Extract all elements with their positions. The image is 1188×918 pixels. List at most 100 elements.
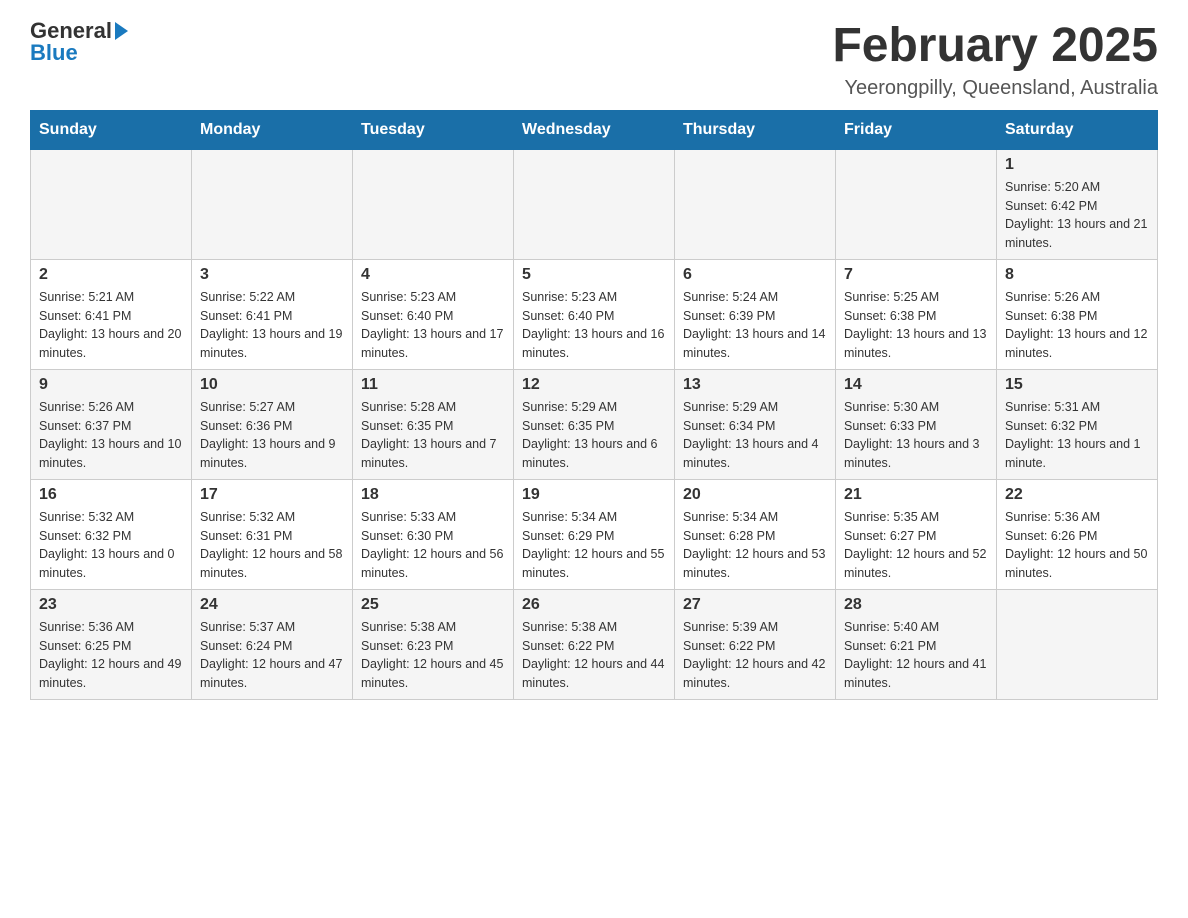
- day-info: Sunrise: 5:26 AMSunset: 6:37 PMDaylight:…: [39, 398, 183, 473]
- calendar-week-5: 23Sunrise: 5:36 AMSunset: 6:25 PMDayligh…: [31, 589, 1158, 699]
- day-info: Sunrise: 5:26 AMSunset: 6:38 PMDaylight:…: [1005, 288, 1149, 363]
- calendar-cell: 23Sunrise: 5:36 AMSunset: 6:25 PMDayligh…: [31, 589, 192, 699]
- day-info: Sunrise: 5:28 AMSunset: 6:35 PMDaylight:…: [361, 398, 505, 473]
- calendar-header-row: SundayMondayTuesdayWednesdayThursdayFrid…: [31, 110, 1158, 149]
- calendar-cell: [675, 149, 836, 259]
- day-number: 14: [844, 376, 988, 394]
- day-info: Sunrise: 5:25 AMSunset: 6:38 PMDaylight:…: [844, 288, 988, 363]
- calendar-cell: 16 Sunrise: 5:32 AMSunset: 6:32 PMDayligh…: [31, 479, 192, 589]
- calendar-cell: 22 Sunrise: 5:36 AMSunset: 6:26 PMDayligh…: [997, 479, 1158, 589]
- day-number: 20: [683, 486, 827, 504]
- day-header-friday: Friday: [836, 110, 997, 149]
- day-header-thursday: Thursday: [675, 110, 836, 149]
- day-number: 25: [361, 596, 505, 614]
- calendar-cell: 15 Sunrise: 5:31 AMSunset: 6:32 PMDayligh…: [997, 369, 1158, 479]
- day-number: 5: [522, 266, 666, 284]
- day-number: 6: [683, 266, 827, 284]
- day-info: Sunrise: 5:20 AMSunset: 6:42 PMDaylight:…: [1005, 178, 1149, 253]
- day-number: 22: [1005, 486, 1149, 504]
- day-number: 7: [844, 266, 988, 284]
- calendar-cell: 5 Sunrise: 5:23 AMSunset: 6:40 PMDaylight…: [514, 259, 675, 369]
- calendar-cell: 10 Sunrise: 5:27 AMSunset: 6:36 PMDayligh…: [192, 369, 353, 479]
- calendar-cell: [836, 149, 997, 259]
- calendar-cell: 3 Sunrise: 5:22 AMSunset: 6:41 PMDaylight…: [192, 259, 353, 369]
- month-title: February 2025: [832, 20, 1158, 73]
- day-info: Sunrise: 5:23 AMSunset: 6:40 PMDaylight:…: [522, 288, 666, 363]
- day-info: Sunrise: 5:38 AMSunset: 6:23 PMDaylight:…: [361, 618, 505, 693]
- calendar-cell: 24 Sunrise: 5:37 AMSunset: 6:24 PMDayligh…: [192, 589, 353, 699]
- calendar-cell: 20 Sunrise: 5:34 AMSunset: 6:28 PMDayligh…: [675, 479, 836, 589]
- day-header-sunday: Sunday: [31, 110, 192, 149]
- day-number: 24: [200, 596, 344, 614]
- day-number: 27: [683, 596, 827, 614]
- day-header-saturday: Saturday: [997, 110, 1158, 149]
- calendar-cell: 14 Sunrise: 5:30 AMSunset: 6:33 PMDayligh…: [836, 369, 997, 479]
- day-info: Sunrise: 5:36 AMSunset: 6:25 PMDaylight:…: [39, 618, 183, 693]
- calendar-week-3: 9 Sunrise: 5:26 AMSunset: 6:37 PMDaylight…: [31, 369, 1158, 479]
- day-info: Sunrise: 5:32 AMSunset: 6:32 PMDaylight:…: [39, 508, 183, 583]
- calendar-cell: 9 Sunrise: 5:26 AMSunset: 6:37 PMDaylight…: [31, 369, 192, 479]
- calendar-cell: [514, 149, 675, 259]
- calendar-cell: 12 Sunrise: 5:29 AMSunset: 6:35 PMDayligh…: [514, 369, 675, 479]
- title-block: February 2025 Yeerongpilly, Queensland, …: [832, 20, 1158, 100]
- calendar-table: SundayMondayTuesdayWednesdayThursdayFrid…: [30, 110, 1158, 700]
- day-number: 3: [200, 266, 344, 284]
- day-info: Sunrise: 5:21 AMSunset: 6:41 PMDaylight:…: [39, 288, 183, 363]
- day-info: Sunrise: 5:40 AMSunset: 6:21 PMDaylight:…: [844, 618, 988, 693]
- calendar-cell: 28 Sunrise: 5:40 AMSunset: 6:21 PMDayligh…: [836, 589, 997, 699]
- day-number: 17: [200, 486, 344, 504]
- day-number: 2: [39, 266, 183, 284]
- day-number: 9: [39, 376, 183, 394]
- day-info: Sunrise: 5:29 AMSunset: 6:34 PMDaylight:…: [683, 398, 827, 473]
- day-info: Sunrise: 5:34 AMSunset: 6:28 PMDaylight:…: [683, 508, 827, 583]
- calendar-cell: 11 Sunrise: 5:28 AMSunset: 6:35 PMDayligh…: [353, 369, 514, 479]
- location-text: Yeerongpilly, Queensland, Australia: [832, 77, 1158, 100]
- calendar-cell: 26 Sunrise: 5:38 AMSunset: 6:22 PMDayligh…: [514, 589, 675, 699]
- day-header-wednesday: Wednesday: [514, 110, 675, 149]
- day-number: 10: [200, 376, 344, 394]
- day-info: Sunrise: 5:22 AMSunset: 6:41 PMDaylight:…: [200, 288, 344, 363]
- calendar-week-1: 1 Sunrise: 5:20 AMSunset: 6:42 PMDaylight…: [31, 149, 1158, 259]
- day-header-tuesday: Tuesday: [353, 110, 514, 149]
- day-info: Sunrise: 5:35 AMSunset: 6:27 PMDaylight:…: [844, 508, 988, 583]
- day-number: 21: [844, 486, 988, 504]
- day-info: Sunrise: 5:24 AMSunset: 6:39 PMDaylight:…: [683, 288, 827, 363]
- day-number: 4: [361, 266, 505, 284]
- day-header-monday: Monday: [192, 110, 353, 149]
- calendar-cell: 19Sunrise: 5:34 AMSunset: 6:29 PMDayligh…: [514, 479, 675, 589]
- day-info: Sunrise: 5:31 AMSunset: 6:32 PMDaylight:…: [1005, 398, 1149, 473]
- day-number: 28: [844, 596, 988, 614]
- day-info: Sunrise: 5:38 AMSunset: 6:22 PMDaylight:…: [522, 618, 666, 693]
- calendar-cell: 2 Sunrise: 5:21 AMSunset: 6:41 PMDaylight…: [31, 259, 192, 369]
- logo-blue-text: Blue: [30, 42, 78, 64]
- day-number: 13: [683, 376, 827, 394]
- day-number: 11: [361, 376, 505, 394]
- day-info: Sunrise: 5:30 AMSunset: 6:33 PMDaylight:…: [844, 398, 988, 473]
- day-number: 8: [1005, 266, 1149, 284]
- calendar-cell: 7 Sunrise: 5:25 AMSunset: 6:38 PMDaylight…: [836, 259, 997, 369]
- calendar-cell: 17Sunrise: 5:32 AMSunset: 6:31 PMDayligh…: [192, 479, 353, 589]
- day-info: Sunrise: 5:27 AMSunset: 6:36 PMDaylight:…: [200, 398, 344, 473]
- day-info: Sunrise: 5:37 AMSunset: 6:24 PMDaylight:…: [200, 618, 344, 693]
- calendar-cell: 4 Sunrise: 5:23 AMSunset: 6:40 PMDaylight…: [353, 259, 514, 369]
- day-number: 19: [522, 486, 666, 504]
- day-info: Sunrise: 5:29 AMSunset: 6:35 PMDaylight:…: [522, 398, 666, 473]
- calendar-cell: [31, 149, 192, 259]
- calendar-cell: [192, 149, 353, 259]
- day-number: 16: [39, 486, 183, 504]
- calendar-week-4: 16 Sunrise: 5:32 AMSunset: 6:32 PMDayligh…: [31, 479, 1158, 589]
- day-number: 1: [1005, 156, 1149, 174]
- day-number: 26: [522, 596, 666, 614]
- day-info: Sunrise: 5:36 AMSunset: 6:26 PMDaylight:…: [1005, 508, 1149, 583]
- calendar-cell: [997, 589, 1158, 699]
- day-number: 12: [522, 376, 666, 394]
- calendar-cell: 27Sunrise: 5:39 AMSunset: 6:22 PMDayligh…: [675, 589, 836, 699]
- logo-general-text: General: [30, 20, 112, 42]
- calendar-cell: 18Sunrise: 5:33 AMSunset: 6:30 PMDayligh…: [353, 479, 514, 589]
- calendar-cell: 1 Sunrise: 5:20 AMSunset: 6:42 PMDaylight…: [997, 149, 1158, 259]
- calendar-week-2: 2 Sunrise: 5:21 AMSunset: 6:41 PMDaylight…: [31, 259, 1158, 369]
- day-number: 15: [1005, 376, 1149, 394]
- day-info: Sunrise: 5:23 AMSunset: 6:40 PMDaylight:…: [361, 288, 505, 363]
- calendar-cell: [353, 149, 514, 259]
- calendar-cell: 21 Sunrise: 5:35 AMSunset: 6:27 PMDayligh…: [836, 479, 997, 589]
